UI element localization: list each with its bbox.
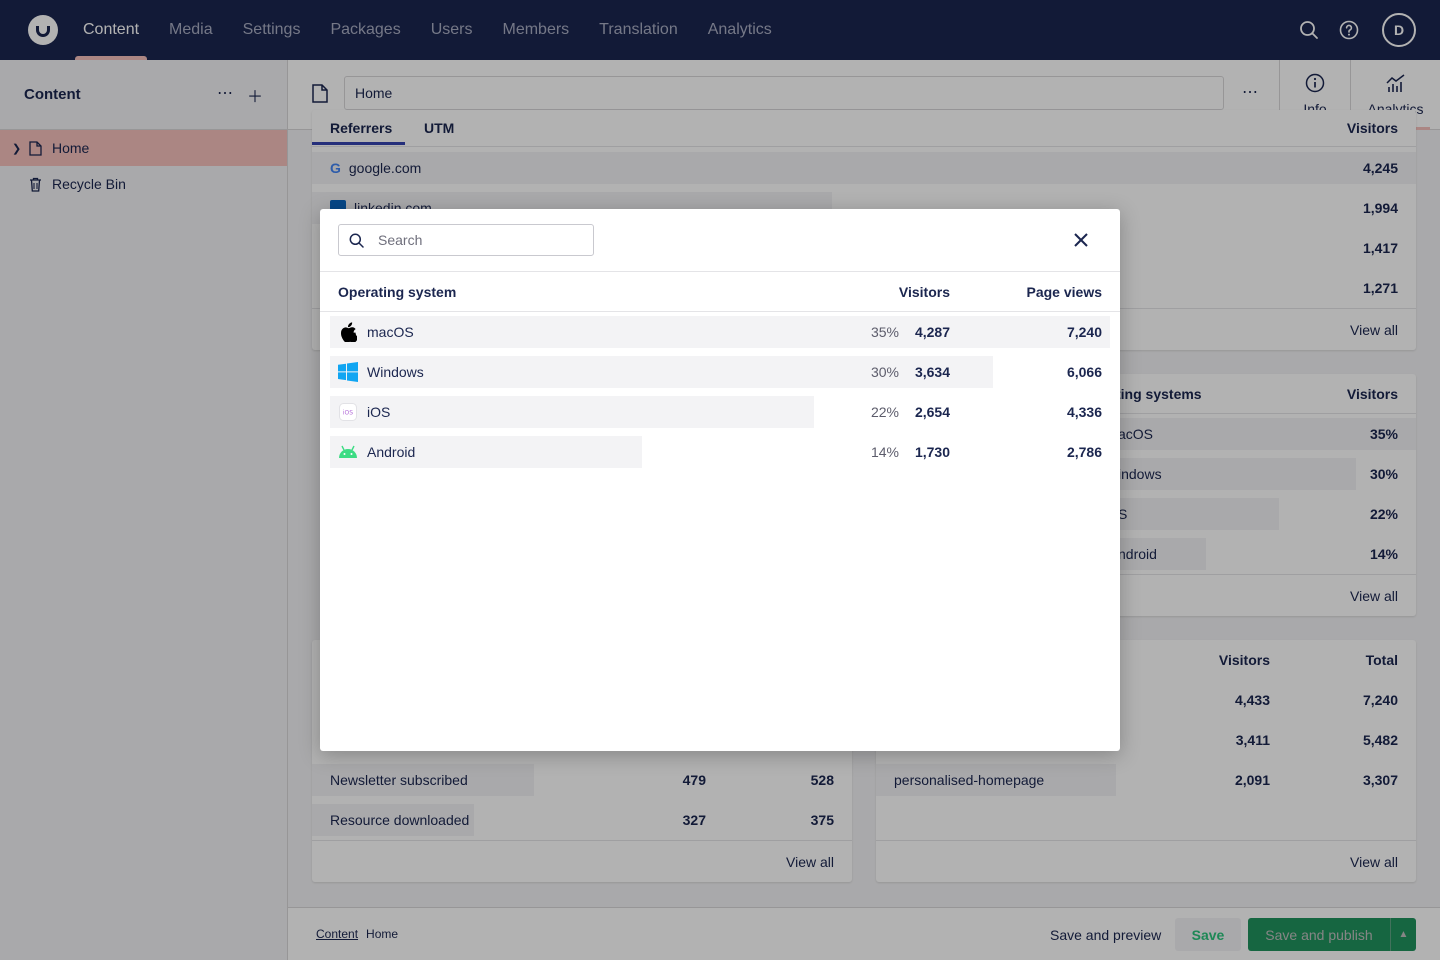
os-visitors: 2,654 <box>914 404 950 420</box>
ios-icon: iOS <box>338 402 358 422</box>
table-row[interactable]: Windows 30% 3,634 6,066 <box>330 356 1110 388</box>
table-row[interactable]: Android 14% 1,730 2,786 <box>330 436 1110 468</box>
operating-system-modal: Search Operating system Visitors Page vi… <box>320 209 1120 751</box>
search-placeholder: Search <box>378 232 423 248</box>
share-bar <box>330 316 1110 348</box>
column-visitors: Visitors <box>898 284 950 300</box>
os-page-views: 4,336 <box>1066 404 1102 420</box>
os-name: Windows <box>367 364 424 380</box>
table-row[interactable]: iOS iOS 22% 2,654 4,336 <box>330 396 1110 428</box>
column-operating-system: Operating system <box>338 284 457 300</box>
android-icon <box>338 442 358 462</box>
os-page-views: 6,066 <box>1066 364 1102 380</box>
os-name: macOS <box>367 324 414 340</box>
search-icon <box>349 233 364 248</box>
windows-icon <box>338 362 358 382</box>
column-page-views: Page views <box>1026 284 1103 300</box>
close-icon[interactable] <box>1070 229 1092 251</box>
os-page-views: 7,240 <box>1066 324 1102 340</box>
svg-text:iOS: iOS <box>343 410 353 417</box>
apple-icon <box>338 322 358 342</box>
os-visitors: 3,634 <box>914 364 950 380</box>
os-percent: 35% <box>870 324 899 340</box>
os-page-views: 2,786 <box>1066 444 1102 460</box>
table-row[interactable]: macOS 35% 4,287 7,240 <box>330 316 1110 348</box>
os-name: Android <box>367 444 416 460</box>
os-visitors: 1,730 <box>914 444 950 460</box>
share-bar <box>330 396 814 428</box>
os-percent: 14% <box>870 444 899 460</box>
os-visitors: 4,287 <box>914 324 950 340</box>
os-percent: 30% <box>870 364 899 380</box>
search-input[interactable]: Search <box>338 224 594 256</box>
os-percent: 22% <box>870 404 899 420</box>
os-name: iOS <box>367 404 391 420</box>
modal-table-header: Operating system Visitors Page views <box>320 272 1120 312</box>
